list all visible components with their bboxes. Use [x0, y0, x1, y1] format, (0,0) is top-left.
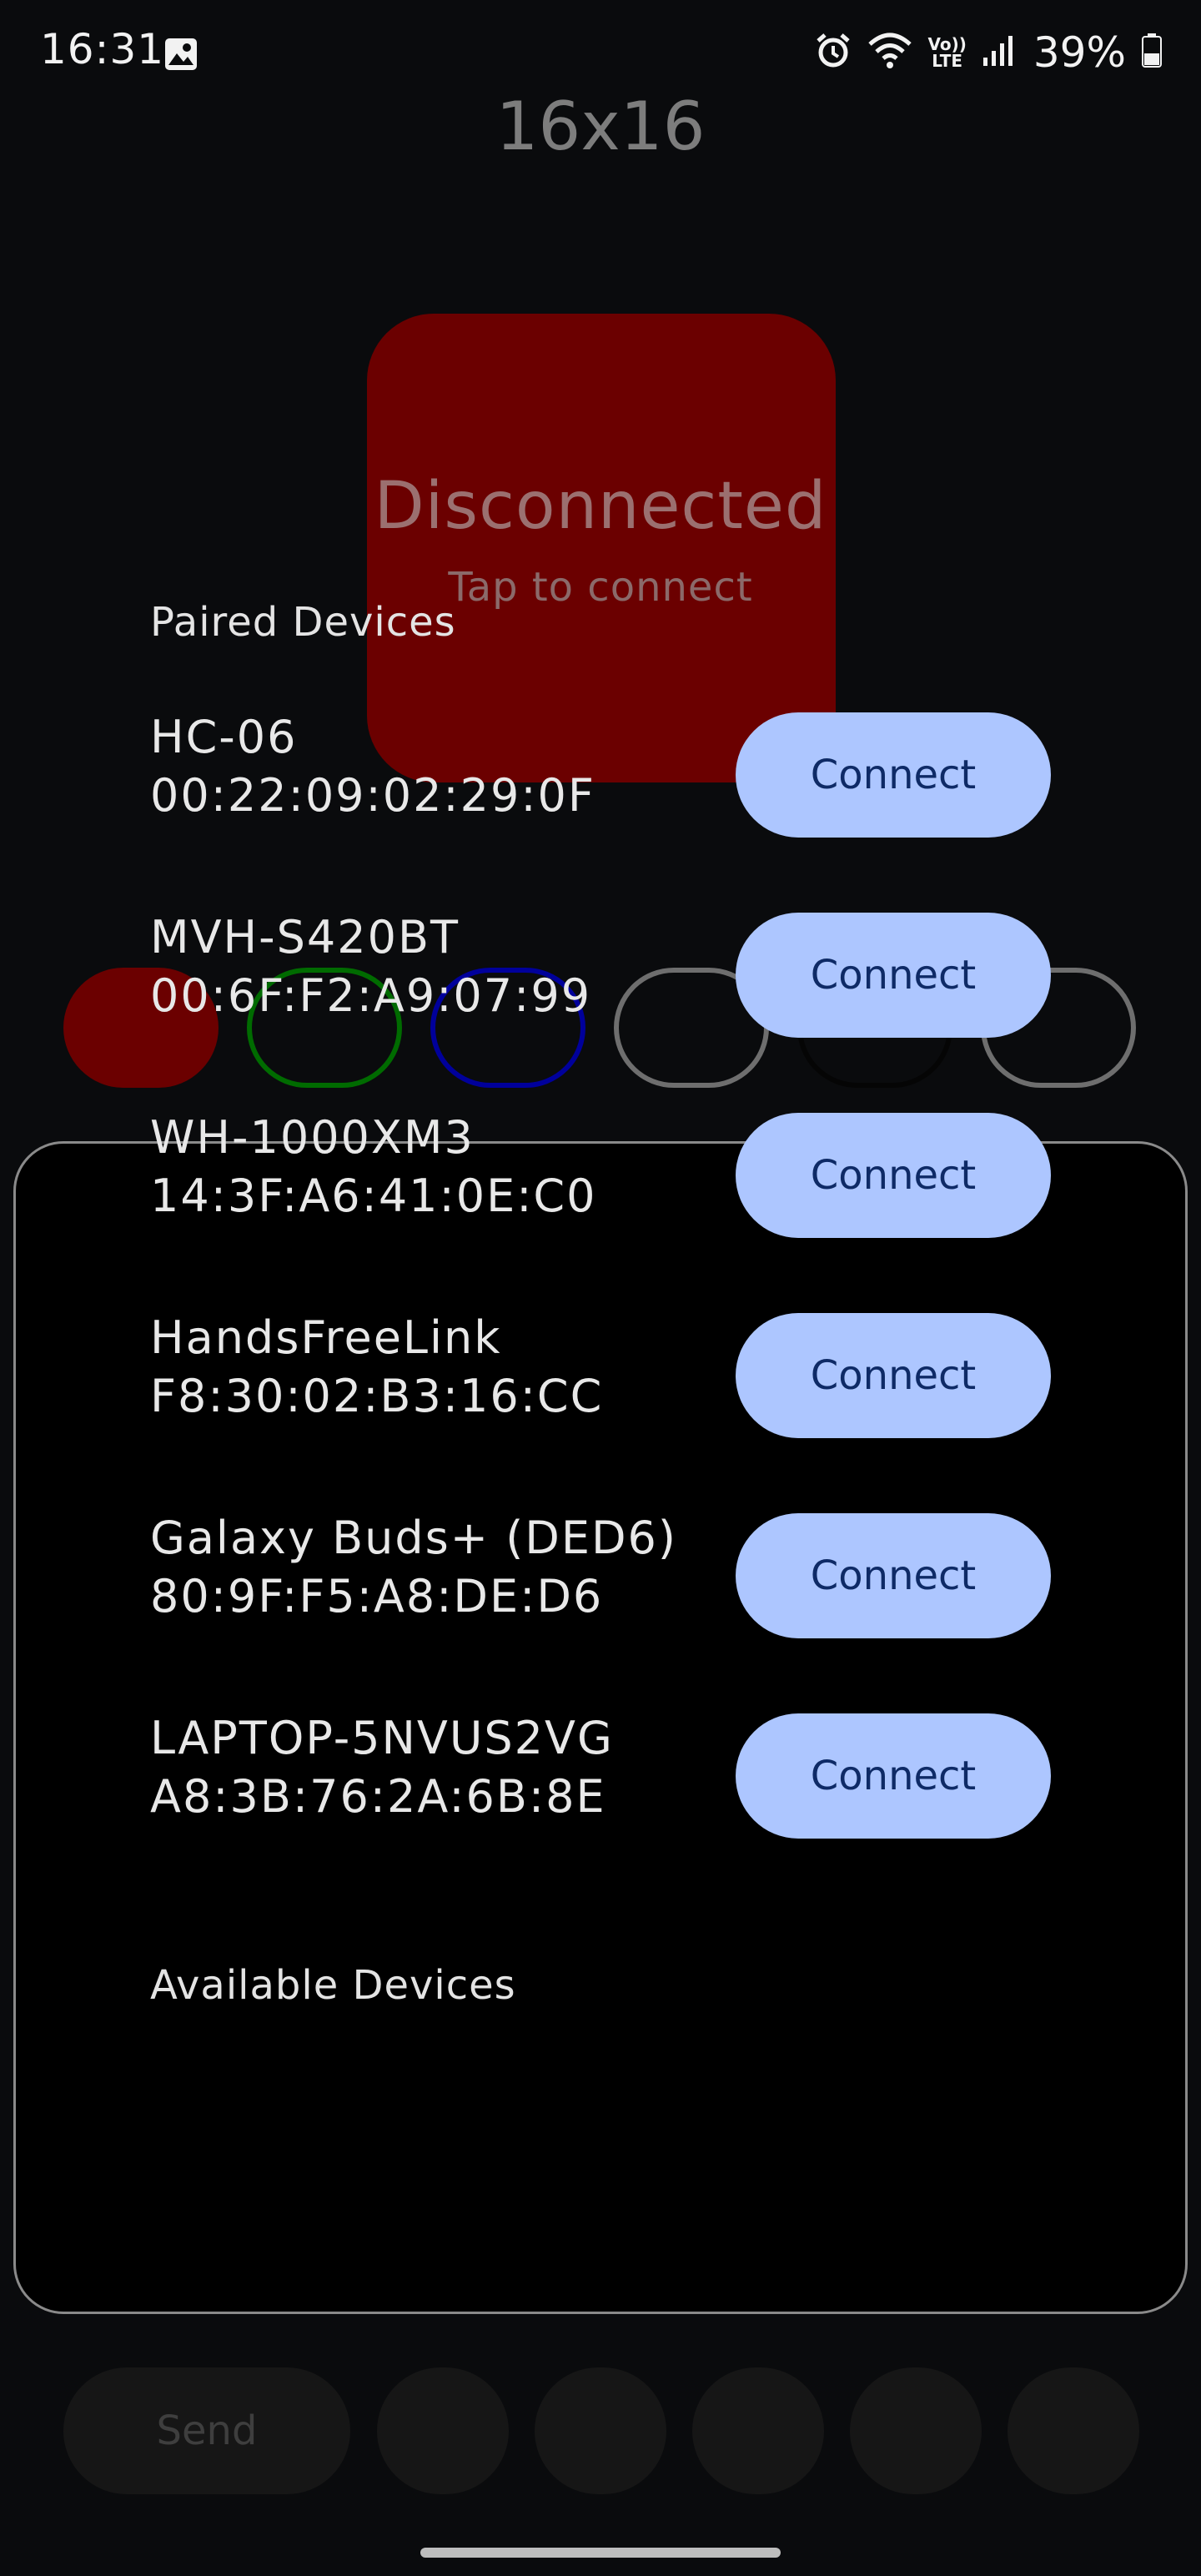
paired-devices-header: Paired Devices [150, 599, 456, 646]
battery-icon [1141, 33, 1163, 72]
action-button-2[interactable] [535, 2367, 666, 2494]
action-button-5[interactable] [1008, 2367, 1139, 2494]
connect-button[interactable]: Connect [736, 1113, 1051, 1238]
send-button[interactable]: Send [63, 2367, 350, 2494]
device-address: 00:6F:F2:A9:07:99 [150, 969, 592, 1022]
gallery-icon [163, 37, 198, 75]
device-address: 14:3F:A6:41:0E:C0 [150, 1170, 597, 1222]
connect-button[interactable]: Connect [736, 1313, 1051, 1438]
device-name: HC-06 [150, 711, 298, 763]
action-button-4[interactable] [850, 2367, 982, 2494]
home-indicator[interactable] [420, 2548, 781, 2558]
device-name: MVH-S420BT [150, 911, 460, 963]
connect-button[interactable]: Connect [736, 712, 1051, 838]
volte-icon: Vo)) LTE [927, 36, 966, 69]
status-icons: Vo)) LTE 39% [814, 28, 1163, 77]
action-button-1[interactable] [377, 2367, 509, 2494]
device-row: LAPTOP-5NVUS2VG A8:3B:76:2A:6B:8E Connec… [0, 1712, 1201, 1839]
battery-percent: 39% [1033, 28, 1126, 77]
device-row: HandsFreeLink F8:30:02:B3:16:CC Connect [0, 1311, 1201, 1438]
volte-label-bottom: LTE [932, 51, 963, 71]
device-address: F8:30:02:B3:16:CC [150, 1370, 604, 1422]
alarm-icon [814, 32, 852, 73]
device-address: 00:22:09:02:29:0F [150, 769, 595, 822]
connect-button[interactable]: Connect [736, 1713, 1051, 1839]
connect-button[interactable]: Connect [736, 913, 1051, 1038]
device-address: 80:9F:F5:A8:DE:D6 [150, 1570, 604, 1623]
volte-label-top: Vo)) [927, 34, 967, 54]
device-name: LAPTOP-5NVUS2VG [150, 1712, 614, 1764]
app-screen: 16:31 Vo)) LTE 39% 16x16 Disconnected Ta… [0, 0, 1201, 2576]
available-devices-header: Available Devices [150, 1962, 516, 2009]
device-name: Galaxy Buds+ (DED6) [150, 1512, 677, 1564]
device-row: MVH-S420BT 00:6F:F2:A9:07:99 Connect [0, 911, 1201, 1038]
device-name: WH-1000XM3 [150, 1111, 475, 1164]
device-address: A8:3B:76:2A:6B:8E [150, 1770, 606, 1823]
status-time: 16:31 [40, 25, 165, 73]
device-row: WH-1000XM3 14:3F:A6:41:0E:C0 Connect [0, 1111, 1201, 1238]
device-name: HandsFreeLink [150, 1311, 502, 1364]
connection-status: Disconnected [374, 469, 827, 544]
device-row: HC-06 00:22:09:02:29:0F Connect [0, 711, 1201, 838]
wifi-icon [867, 33, 912, 73]
app-title: 16x16 [495, 88, 706, 165]
device-row: Galaxy Buds+ (DED6) 80:9F:F5:A8:DE:D6 Co… [0, 1512, 1201, 1638]
connect-button[interactable]: Connect [736, 1513, 1051, 1638]
action-button-3[interactable] [692, 2367, 824, 2494]
signal-icon [982, 34, 1015, 71]
